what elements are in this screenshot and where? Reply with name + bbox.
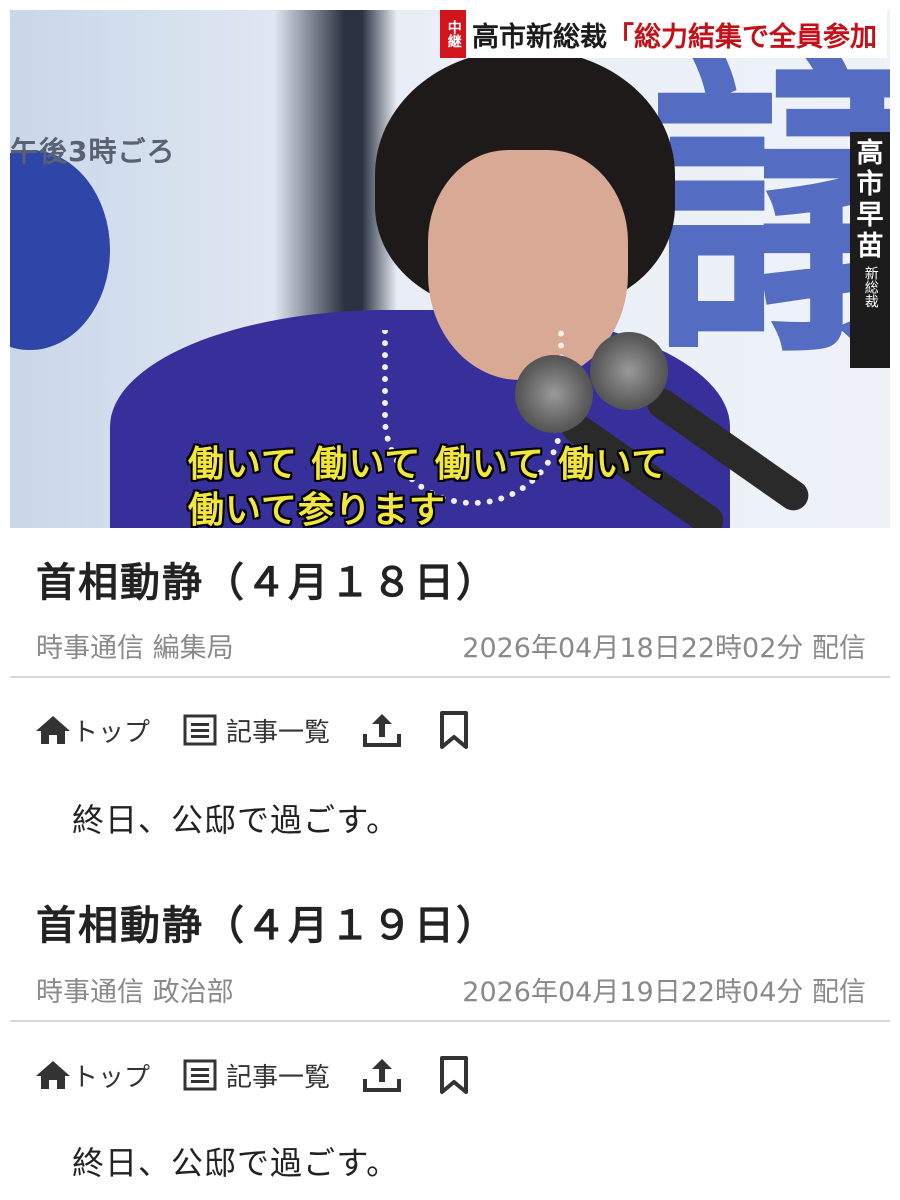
- name-plate-title: 新総裁: [862, 266, 879, 309]
- breaking-news-tag: 中継 高市新総裁「総力結集で全員参加: [440, 10, 887, 58]
- subtitle-line-2: 働いて参ります: [188, 490, 446, 528]
- headline-name: 高市新総裁: [472, 21, 607, 53]
- article-toolbar: トップ 記事一覧: [34, 1053, 470, 1097]
- video-subtitle: 働いて 働いて 働いて 働いて 働いて参ります: [188, 442, 668, 528]
- article-list-label: 記事一覧: [226, 1062, 331, 1093]
- article-title: 首相動静（４月１９日）: [36, 903, 498, 949]
- subtitle-line-1: 働いて 働いて 働いて 働いて: [188, 444, 669, 485]
- home-icon: [34, 713, 72, 747]
- article-source: 時事通信 政治部: [36, 977, 234, 1008]
- name-char: 苗: [856, 231, 884, 263]
- live-badge: 中継: [440, 10, 466, 58]
- name-char: 早: [856, 200, 884, 232]
- article-source: 時事通信 編集局: [36, 633, 234, 664]
- time-caption: 午後3時ごろ: [10, 135, 176, 168]
- breaking-headline: 高市新総裁「総力結集で全員参加: [472, 15, 877, 54]
- live-badge-text: 中継: [445, 20, 462, 48]
- microphone-1-head: [515, 355, 593, 433]
- name-char: 市: [856, 169, 884, 201]
- news-video-frame: 午後3時ごろ 議 中継 高市新総裁「総力結集で全員参加 高 市 早 苗 新総裁 …: [10, 10, 890, 528]
- article-body: 終日、公邸で過ごす。: [72, 801, 400, 839]
- speaker-name-plate: 高 市 早 苗 新総裁: [850, 132, 890, 368]
- name-char: 高: [856, 138, 884, 169]
- bookmark-icon: [438, 710, 470, 750]
- microphone-2-head: [590, 332, 668, 410]
- article-list-icon: [182, 713, 218, 747]
- background-blue-shape: [10, 150, 110, 350]
- divider: [10, 1020, 890, 1022]
- divider: [10, 676, 890, 678]
- bookmark-icon: [438, 1055, 470, 1095]
- article-date: 2026年04月18日22時02分 配信: [462, 633, 866, 664]
- headline-quote: 「総力結集で全員参加: [607, 21, 877, 53]
- share-button[interactable]: [360, 710, 404, 750]
- share-icon: [360, 710, 404, 750]
- share-icon: [360, 1055, 404, 1095]
- article-title: 首相動静（４月１８日）: [36, 560, 498, 606]
- article-list-link[interactable]: 記事一覧: [182, 712, 330, 749]
- home-icon: [34, 1058, 72, 1092]
- share-button[interactable]: [360, 1055, 404, 1095]
- article-date: 2026年04月19日22時04分 配信: [462, 977, 866, 1008]
- bookmark-button[interactable]: [438, 710, 470, 750]
- bookmark-button[interactable]: [438, 1055, 470, 1095]
- article-list-link[interactable]: 記事一覧: [182, 1057, 330, 1094]
- top-link[interactable]: トップ: [34, 1057, 150, 1094]
- article-list-label: 記事一覧: [226, 717, 331, 748]
- article-body: 終日、公邸で過ごす。: [72, 1144, 400, 1182]
- article-toolbar: トップ 記事一覧: [34, 708, 470, 752]
- top-link-label: トップ: [72, 717, 151, 748]
- top-link[interactable]: トップ: [34, 712, 150, 749]
- article-list-icon: [182, 1058, 218, 1092]
- top-link-label: トップ: [72, 1062, 151, 1093]
